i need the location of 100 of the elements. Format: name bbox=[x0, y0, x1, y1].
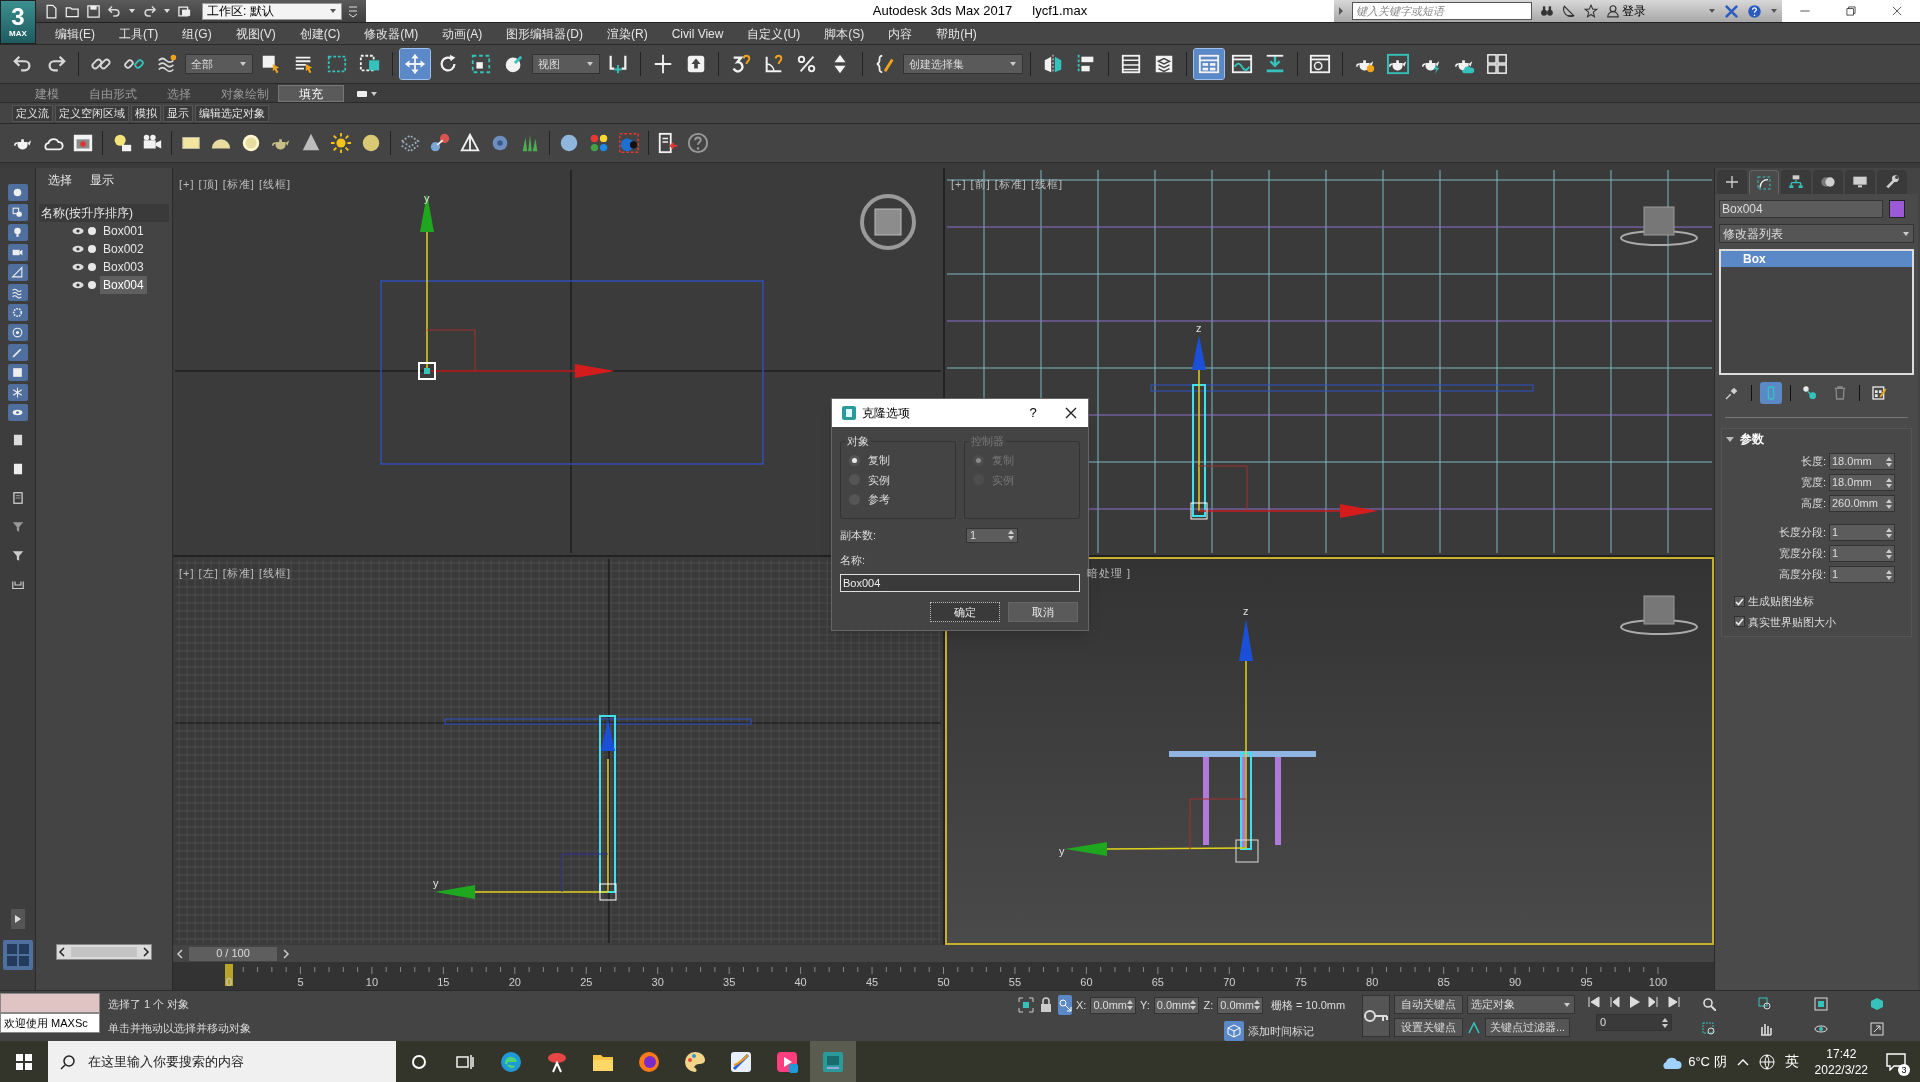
dropdown-value: 选定对象 bbox=[1471, 997, 1515, 1013]
menu-item[interactable]: 工具(T) bbox=[108, 24, 170, 43]
time-slider-thumb[interactable]: 0 / 100 bbox=[189, 946, 277, 961]
spinner-field[interactable]: 1 bbox=[1829, 524, 1895, 541]
frame-number: 55 bbox=[1008, 976, 1022, 988]
column-header[interactable]: 名称(按升序排序) bbox=[39, 204, 169, 222]
field-value: 0.0mm bbox=[1220, 997, 1254, 1013]
ribbon-tab[interactable]: 自由形式 bbox=[80, 85, 146, 102]
name-field[interactable]: Box004 bbox=[840, 574, 1080, 592]
track-bar[interactable]: 0 5 10 15 20 25 30 35 40 45 50 55 60 65 70 75 80 85 90 95 100 bbox=[173, 962, 1714, 990]
taskbar-search-field[interactable]: 在这里输入你要搜索的内容 bbox=[88, 1041, 396, 1082]
field-value: 1 bbox=[1832, 525, 1839, 541]
dropdown[interactable]: 视图 bbox=[532, 54, 600, 74]
field-label: 长度分段: bbox=[1778, 525, 1826, 541]
viewport-label[interactable]: [+] [前] [标准] [线框] bbox=[951, 176, 1064, 193]
field-value: 260.0mm bbox=[1832, 496, 1878, 512]
object-row[interactable]: Box003 bbox=[100, 258, 147, 276]
coordinate-field[interactable]: 0.0mm bbox=[1090, 996, 1137, 1014]
frame-number: 70 bbox=[1223, 976, 1236, 988]
menu-item[interactable]: 视图(V) bbox=[224, 24, 287, 43]
ribbon-panel-button[interactable]: 定义流 bbox=[12, 104, 53, 122]
object-row[interactable]: Box002 bbox=[100, 240, 147, 258]
radio-label[interactable]: 复制 bbox=[868, 452, 890, 469]
object-name-field[interactable]: Box004 bbox=[1719, 200, 1883, 218]
auto-key-button[interactable]: 自动关键点 bbox=[1394, 995, 1463, 1014]
checkbox-label[interactable]: 真实世界贴图大小 bbox=[1748, 613, 1836, 630]
spinner-field[interactable]: 260.0mm bbox=[1829, 495, 1895, 512]
weather-text[interactable]: 6°C 阴 bbox=[1688, 1051, 1727, 1072]
explorer-tab[interactable]: 选择 bbox=[48, 171, 72, 189]
frame-number: 65 bbox=[1151, 976, 1164, 988]
dialog-title: 克隆选项 bbox=[862, 405, 911, 422]
workspace-dropdown[interactable]: 工作区: 默认 bbox=[202, 2, 342, 20]
menu-item[interactable]: 组(G) bbox=[171, 24, 223, 43]
menu-item[interactable]: 渲染(R) bbox=[596, 24, 659, 43]
ribbon-tab[interactable]: 对象绘制 bbox=[212, 85, 278, 102]
menu-item[interactable]: 编辑(E) bbox=[44, 24, 106, 43]
set-key-mode-button[interactable]: 设置关键点 bbox=[1394, 1018, 1463, 1037]
field-value: 0 bbox=[1600, 1015, 1607, 1031]
sign-in-button[interactable]: 登录 bbox=[1606, 2, 1716, 20]
rollout-title[interactable]: 参数 bbox=[1740, 430, 1764, 448]
coordinate-field[interactable]: 0.0mm bbox=[1153, 996, 1200, 1014]
spinner-field[interactable]: 1 bbox=[1829, 545, 1895, 562]
coordinate-field[interactable]: 0.0mm bbox=[1217, 996, 1263, 1014]
ribbon-panel-button[interactable]: 定义空闲区域 bbox=[55, 104, 129, 122]
modifier-list-dropdown[interactable]: 修改器列表 bbox=[1719, 224, 1914, 243]
time-tag-label[interactable]: 添加时间标记 bbox=[1248, 1022, 1314, 1040]
search-field[interactable]: 键入关键字或短语 bbox=[1352, 2, 1532, 20]
frame-number: 85 bbox=[1437, 976, 1450, 988]
coordinate-axis-label: X: bbox=[1076, 997, 1087, 1013]
explorer-tab[interactable]: 显示 bbox=[90, 171, 114, 189]
object-row[interactable]: Box004 bbox=[100, 276, 147, 294]
frame-number: 10 bbox=[365, 976, 378, 988]
viewport-label[interactable]: [+] [左] [标准] [线框] bbox=[179, 565, 292, 582]
viewport-label[interactable]: 暗处理 ] bbox=[1087, 565, 1132, 582]
menu-item[interactable]: Civil View bbox=[660, 24, 735, 43]
ribbon-panel-button[interactable]: 编辑选定对象 bbox=[195, 104, 269, 122]
field-value: 0.0mm bbox=[1093, 997, 1128, 1013]
field-value: 18.0mm bbox=[1832, 454, 1872, 470]
axis-label: z bbox=[1243, 605, 1249, 617]
clock-date[interactable]: 2022/3/22 bbox=[1814, 1061, 1868, 1078]
frame-number: 25 bbox=[580, 976, 593, 988]
menu-item[interactable]: 脚本(S) bbox=[813, 24, 876, 43]
menu-item[interactable]: 动画(A) bbox=[431, 24, 494, 43]
viewport-label[interactable]: [+] [顶] [标准] [线框] bbox=[179, 176, 292, 193]
spinner-field[interactable]: 18.0mm bbox=[1829, 453, 1895, 470]
object-row[interactable]: Box001 bbox=[100, 222, 147, 240]
frame-number: 15 bbox=[437, 976, 450, 988]
menu-item[interactable]: 内容 bbox=[877, 24, 924, 43]
checkbox-label[interactable]: 生成贴图坐标 bbox=[1748, 593, 1814, 610]
stack-item[interactable]: Box bbox=[1721, 251, 1912, 267]
ribbon-panel-button[interactable]: 显示 bbox=[163, 104, 193, 122]
menu-item[interactable]: 自定义(U) bbox=[736, 24, 812, 43]
axis-label: y bbox=[424, 192, 430, 204]
field-value: 1 bbox=[1832, 546, 1839, 562]
menu-item[interactable]: 修改器(M) bbox=[353, 24, 430, 43]
clock-time[interactable]: 17:42 bbox=[1826, 1045, 1857, 1062]
menu-item[interactable]: 创建(C) bbox=[288, 24, 352, 43]
ribbon-tab[interactable]: 填充 bbox=[278, 85, 344, 102]
menu-item[interactable]: 图形编辑器(D) bbox=[495, 24, 594, 43]
menu-item[interactable]: 帮助(H) bbox=[925, 24, 988, 43]
ribbon-tab[interactable]: 建模 bbox=[14, 85, 80, 102]
dialog-button[interactable]: 取消 bbox=[1008, 602, 1078, 622]
dropdown[interactable]: 创建选择集 bbox=[903, 54, 1023, 74]
frame-number: 75 bbox=[1294, 976, 1307, 988]
radio-label[interactable]: 参考 bbox=[868, 491, 890, 508]
spinner-field[interactable]: 1 bbox=[1829, 566, 1895, 583]
maxscript-input-field[interactable]: 欢迎使用 MAXSc bbox=[0, 1013, 100, 1033]
dropdown[interactable]: 全部 bbox=[185, 54, 253, 74]
input-method-indicator[interactable]: 英 bbox=[1784, 1051, 1799, 1072]
spinner-field[interactable]: 18.0mm bbox=[1829, 474, 1895, 491]
current-frame-field[interactable]: 0 bbox=[1596, 1014, 1672, 1031]
copies-spinner-field[interactable]: 1 bbox=[966, 527, 1018, 543]
ribbon-panel-button[interactable]: 模拟 bbox=[131, 104, 161, 122]
key-mode-dropdown[interactable]: 选定对象 bbox=[1467, 995, 1575, 1014]
app-menu-button[interactable]: 3 MAX bbox=[0, 0, 36, 44]
ribbon-tab[interactable]: 选择 bbox=[146, 85, 212, 102]
dialog-button[interactable]: 确定 bbox=[930, 602, 1000, 622]
key-filters-button[interactable]: 关键点过滤器... bbox=[1485, 1018, 1571, 1037]
radio-label[interactable]: 实例 bbox=[868, 471, 890, 488]
help-button[interactable]: ? bbox=[1018, 403, 1048, 423]
